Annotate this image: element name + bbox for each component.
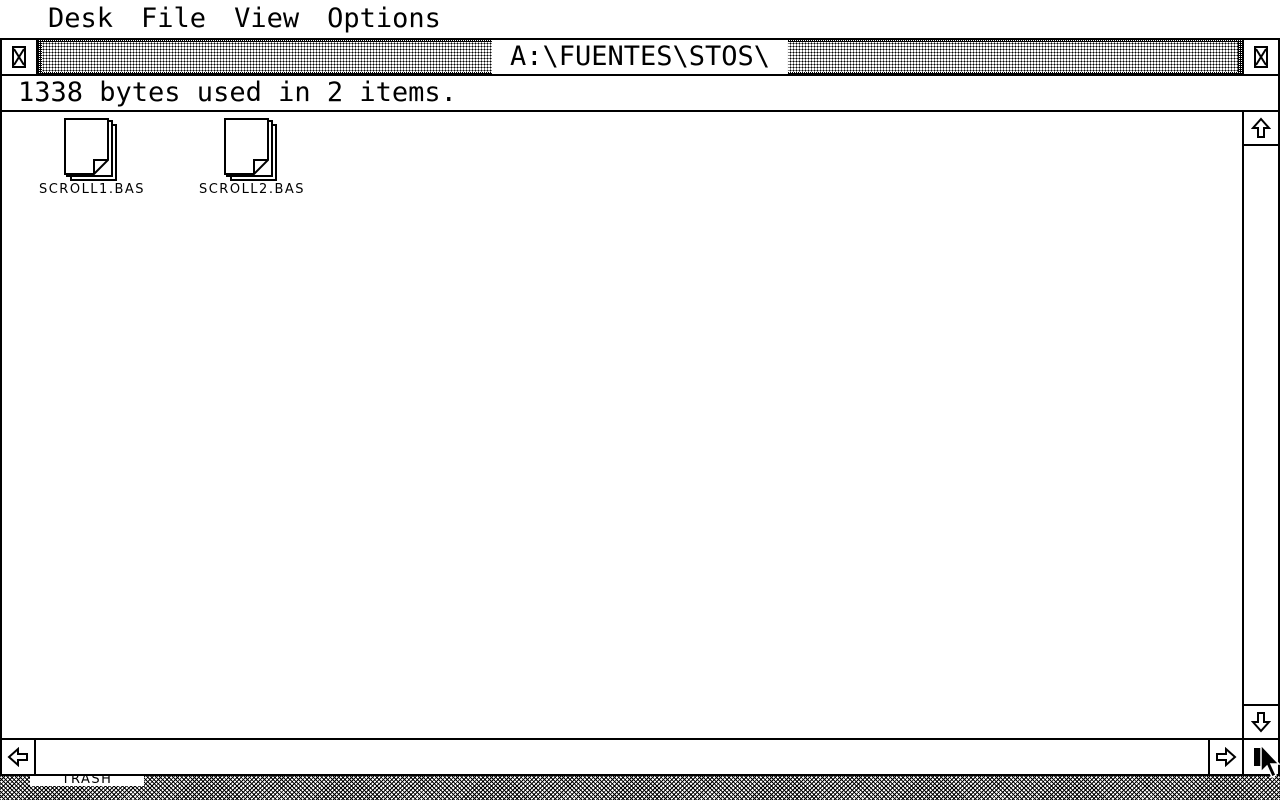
- up-glyph: [1251, 117, 1271, 138]
- desktop-screen: TRASH Desk File View Options A:\FUENTES\…: [0, 0, 1280, 800]
- close-glyph: [12, 46, 26, 68]
- horizontal-scrollbar[interactable]: [2, 738, 1242, 774]
- arrow-left-icon[interactable]: [2, 740, 36, 774]
- menu-desk[interactable]: Desk: [34, 0, 127, 38]
- menu-options[interactable]: Options: [313, 0, 455, 38]
- document-icon: [224, 118, 277, 181]
- full-box-icon[interactable]: [1242, 40, 1278, 74]
- menu-bar: Desk File View Options: [0, 0, 1280, 38]
- file-name: SCROLL2.BAS: [198, 182, 306, 197]
- trash-label[interactable]: TRASH: [30, 776, 144, 786]
- arrow-up-icon[interactable]: [1244, 112, 1278, 146]
- down-glyph: [1251, 712, 1271, 733]
- left-glyph: [7, 747, 28, 767]
- window-content[interactable]: SCROLL1.BAS SCROLL2.BAS: [2, 112, 1242, 738]
- close-box-icon[interactable]: [2, 40, 38, 74]
- file-name: SCROLL1.BAS: [38, 182, 146, 197]
- directory-window: A:\FUENTES\STOS\ 1338 bytes used in 2 it…: [0, 38, 1280, 776]
- window-title: A:\FUENTES\STOS\: [491, 40, 789, 74]
- window-info-line: 1338 bytes used in 2 items.: [2, 76, 1278, 112]
- file-icon-scroll2[interactable]: SCROLL2.BAS: [172, 118, 332, 198]
- window-title-bar[interactable]: A:\FUENTES\STOS\: [2, 40, 1278, 76]
- vertical-scrollbar[interactable]: [1242, 112, 1278, 738]
- full-glyph: [1254, 46, 1268, 68]
- arrow-right-icon[interactable]: [1208, 740, 1242, 774]
- menu-view[interactable]: View: [220, 0, 313, 38]
- arrow-down-icon[interactable]: [1244, 704, 1278, 738]
- vertical-scroll-track[interactable]: [1244, 148, 1278, 702]
- menu-file[interactable]: File: [127, 0, 220, 38]
- document-icon: [64, 118, 117, 181]
- right-glyph: [1216, 747, 1237, 767]
- file-icon-scroll1[interactable]: SCROLL1.BAS: [12, 118, 172, 198]
- mouse-pointer-icon: [1260, 744, 1280, 779]
- horizontal-scroll-track[interactable]: [38, 740, 1206, 774]
